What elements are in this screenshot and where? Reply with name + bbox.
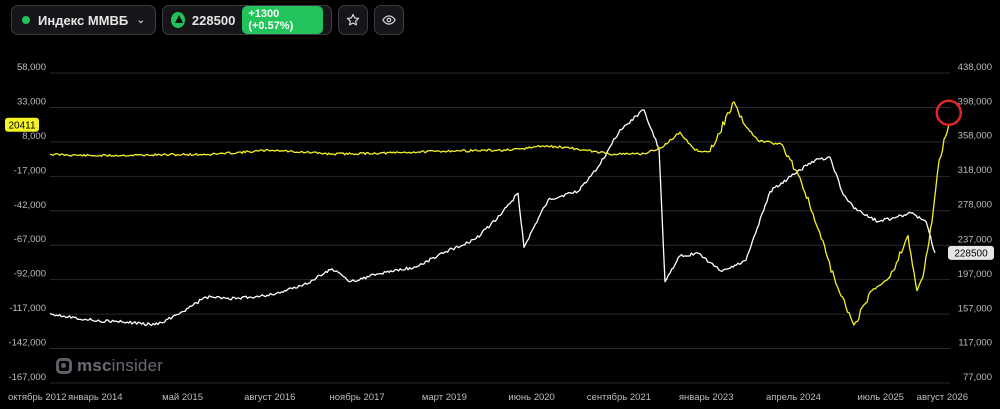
left-tick-label: -92,000 (14, 269, 46, 280)
left-tick-label: -67,000 (14, 234, 46, 245)
left-axis: 58,000 33,000 8,000 -17,000 -42,000 -67,000 -9… (8, 62, 46, 383)
x-tick-label: август 2026 (917, 392, 968, 403)
highlight-circle (935, 99, 963, 127)
last-value-markers: 228500 20411 (5, 99, 994, 260)
favorite-button[interactable] (338, 5, 368, 35)
chevron-down-icon: ⌄ (136, 14, 145, 26)
right-tick-label: 438,000 (958, 62, 992, 73)
x-tick-label: январь 2023 (679, 392, 734, 403)
left-tick-label: -42,000 (14, 200, 46, 211)
right-tick-label: 77,000 (963, 372, 992, 383)
eye-icon (382, 15, 396, 25)
left-tick-label: -117,000 (9, 303, 46, 314)
x-tick-label: июль 2025 (857, 392, 904, 403)
right-tick-label: 358,000 (958, 131, 992, 142)
series-layer (49, 101, 950, 327)
right-tick-label: 117,000 (958, 338, 992, 349)
left-tick-label: 8,000 (22, 131, 46, 142)
up-arrow-icon (171, 12, 185, 28)
watermark-logo: mscinsider (56, 356, 163, 376)
current-price: 228500 (191, 12, 236, 28)
right-tick-label: 318,000 (958, 165, 992, 176)
x-tick-label: сентябрь 2021 (587, 392, 651, 403)
logo-icon (56, 358, 72, 374)
x-tick-label: март 2019 (422, 392, 467, 403)
change-badge: +1300 (+0.57%) (242, 6, 323, 34)
left-tick-label: -142,000 (8, 338, 46, 349)
x-tick-label: апрель 2024 (766, 392, 821, 403)
series-line-yellow (49, 101, 950, 326)
status-dot-icon (22, 16, 30, 24)
x-axis: октябрь 2012 январь 2014 май 2015 август 20… (8, 392, 968, 403)
right-tick-label: 278,000 (958, 199, 992, 210)
x-tick-label: октябрь 2012 (8, 392, 67, 403)
x-tick-label: январь 2014 (68, 392, 123, 403)
star-icon (346, 13, 360, 26)
last-value-label-left: 20411 (8, 120, 36, 131)
last-value-label-right: 228500 (954, 248, 988, 259)
gridlines (50, 72, 950, 384)
right-tick-label: 157,000 (958, 303, 992, 314)
left-tick-label: 58,000 (17, 62, 46, 73)
x-tick-label: ноябрь 2017 (330, 392, 385, 403)
right-tick-label: 237,000 (958, 235, 992, 246)
x-tick-label: май 2015 (162, 392, 203, 403)
left-tick-label: 33,000 (17, 96, 46, 107)
x-tick-label: июнь 2020 (508, 392, 554, 403)
x-tick-label: август 2016 (244, 392, 295, 403)
left-tick-label: -167,000 (8, 372, 46, 383)
ticker-name: Индекс ММВБ (38, 12, 129, 28)
right-axis: 438,000 398,000 358,000 318,000 278,000 237,0… (958, 62, 992, 383)
visibility-button[interactable] (374, 5, 404, 35)
right-tick-label: 197,000 (958, 269, 992, 280)
right-tick-label: 398,000 (958, 96, 992, 107)
ticker-selector[interactable]: Индекс ММВБ ⌄ (11, 5, 156, 35)
price-panel: 228500 +1300 (+0.57%) (162, 5, 332, 35)
line-chart: 58,000 33,000 8,000 -17,000 -42,000 -67,000 -9… (5, 62, 994, 403)
left-tick-label: -17,000 (14, 165, 46, 176)
watermark-brand: mscinsider (77, 356, 164, 375)
chart-toolbar: Индекс ММВБ ⌄ 228500 +1300 (+0.57%) (11, 5, 404, 37)
